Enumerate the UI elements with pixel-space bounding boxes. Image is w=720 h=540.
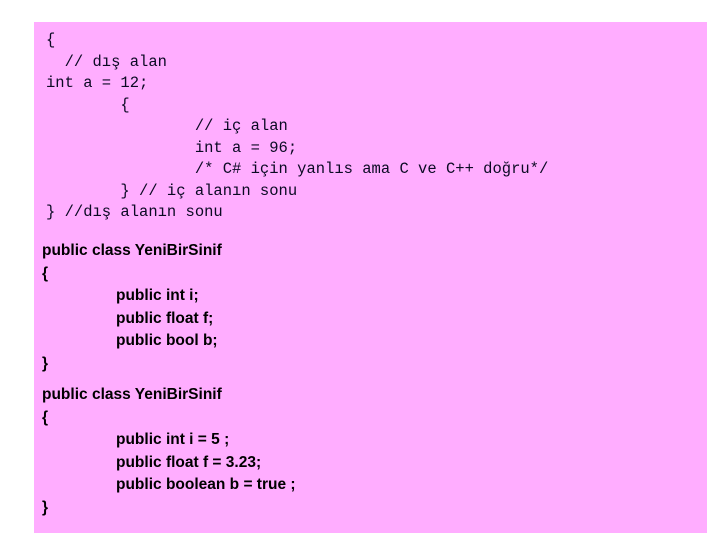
code-line: /* C# için yanlıs ama C ve C++ doğru*/	[46, 160, 549, 178]
class-member: public float f;	[116, 309, 214, 327]
class-close-brace: }	[42, 354, 49, 372]
code-panel: { // dış alan int a = 12; { // iç alan i…	[34, 22, 707, 533]
class-open-brace: {	[42, 264, 49, 282]
class-member: public bool b;	[116, 332, 218, 350]
code-line: {	[46, 31, 56, 49]
class-block-initialized: public class YeniBirSinif { public int i…	[42, 384, 692, 520]
code-line: int a = 96;	[46, 138, 298, 157]
class-open-brace: {	[42, 408, 49, 426]
class-member: public float f = 3.23;	[116, 453, 262, 471]
code-line: {	[46, 95, 130, 114]
code-line: // dış alan	[46, 52, 167, 71]
slide-canvas: { // dış alan int a = 12; { // iç alan i…	[0, 0, 720, 540]
code-line: } // iç alanın sonu	[46, 181, 298, 200]
class-member: public int i = 5 ;	[116, 431, 230, 449]
class-block-declaration: public class YeniBirSinif { public int i…	[42, 240, 692, 376]
code-line: int a = 12;	[46, 74, 149, 92]
class-header: public class YeniBirSinif	[42, 242, 222, 259]
code-line: } //dış alanın sonu	[46, 203, 223, 221]
class-member: public int i;	[116, 287, 199, 305]
class-close-brace: }	[42, 498, 49, 516]
scope-example-code-block: { // dış alan int a = 12; { // iç alan i…	[46, 30, 696, 224]
class-member: public boolean b = true ;	[116, 476, 296, 494]
code-line: // iç alan	[46, 117, 288, 135]
class-header: public class YeniBirSinif	[42, 386, 222, 403]
